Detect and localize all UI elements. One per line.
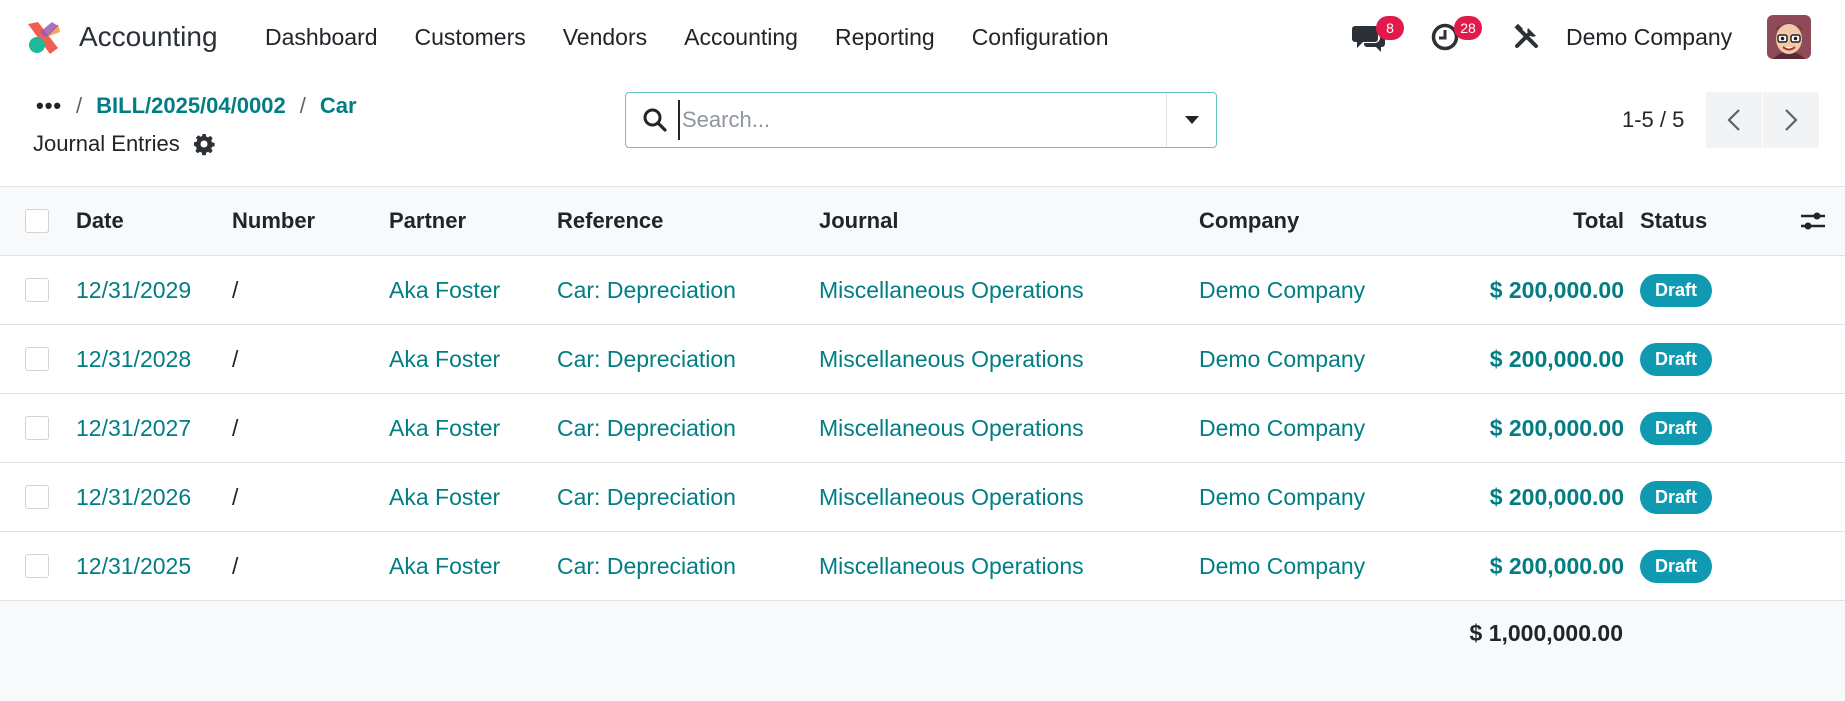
cell-reference[interactable]: Car: Depreciation — [557, 256, 736, 324]
column-settings-icon[interactable] — [1800, 210, 1826, 232]
table-row[interactable]: 12/31/2026 / Aka Foster Car: Depreciatio… — [0, 463, 1845, 532]
app-name[interactable]: Accounting — [79, 19, 218, 55]
cell-reference[interactable]: Car: Depreciation — [557, 394, 736, 462]
search-bar — [625, 92, 1217, 148]
menu-accounting[interactable]: Accounting — [684, 19, 798, 55]
cell-journal[interactable]: Miscellaneous Operations — [819, 394, 1084, 462]
breadcrumb-separator: / — [299, 93, 306, 118]
breadcrumb: ••• / BILL/2025/04/0002 / Car — [36, 90, 357, 122]
row-checkbox[interactable] — [25, 485, 49, 509]
breadcrumb-item-car[interactable]: Car — [320, 90, 357, 122]
chevron-left-icon — [1727, 109, 1740, 131]
tools-icon — [1514, 23, 1538, 48]
messages-count-badge: 8 — [1376, 16, 1404, 40]
cell-partner[interactable]: Aka Foster — [389, 394, 500, 462]
cell-date[interactable]: 12/31/2026 — [76, 463, 191, 531]
column-header-journal[interactable]: Journal — [819, 187, 898, 255]
pager-next-button[interactable] — [1763, 92, 1819, 148]
select-all-checkbox[interactable] — [25, 209, 49, 233]
cell-date[interactable]: 12/31/2027 — [76, 394, 191, 462]
cell-reference[interactable]: Car: Depreciation — [557, 463, 736, 531]
cell-number[interactable]: / — [232, 394, 238, 462]
status-badge: Draft — [1640, 480, 1713, 514]
table-row[interactable]: 12/31/2028 / Aka Foster Car: Depreciatio… — [0, 325, 1845, 394]
table-header: Date Number Partner Reference Journal Co… — [0, 186, 1845, 256]
main-menu: Dashboard Customers Vendors Accounting R… — [265, 19, 1146, 55]
cell-date[interactable]: 12/31/2028 — [76, 325, 191, 393]
column-header-reference[interactable]: Reference — [557, 187, 663, 255]
column-header-number[interactable]: Number — [232, 187, 315, 255]
cell-total[interactable]: $ 200,000.00 — [1400, 532, 1624, 600]
cell-company[interactable]: Demo Company — [1199, 532, 1365, 600]
menu-dashboard[interactable]: Dashboard — [265, 19, 378, 55]
cell-number[interactable]: / — [232, 532, 238, 600]
cell-partner[interactable]: Aka Foster — [389, 325, 500, 393]
cell-number[interactable]: / — [232, 463, 238, 531]
menu-configuration[interactable]: Configuration — [972, 19, 1109, 55]
cell-company[interactable]: Demo Company — [1199, 394, 1365, 462]
cell-company[interactable]: Demo Company — [1199, 256, 1365, 324]
row-checkbox[interactable] — [25, 554, 49, 578]
cell-number[interactable]: / — [232, 256, 238, 324]
table-row[interactable]: 12/31/2029 / Aka Foster Car: Depreciatio… — [0, 256, 1845, 325]
search-options-toggle[interactable] — [1166, 93, 1216, 147]
breadcrumb-item-bill[interactable]: BILL/2025/04/0002 — [96, 90, 286, 122]
activities-count-badge: 28 — [1454, 16, 1482, 40]
search-input[interactable] — [678, 100, 1148, 140]
cell-total[interactable]: $ 200,000.00 — [1400, 394, 1624, 462]
user-avatar[interactable] — [1767, 15, 1811, 59]
grand-total: $ 1,000,000.00 — [1469, 620, 1623, 646]
cell-reference[interactable]: Car: Depreciation — [557, 325, 736, 393]
cell-journal[interactable]: Miscellaneous Operations — [819, 532, 1084, 600]
cell-journal[interactable]: Miscellaneous Operations — [819, 325, 1084, 393]
breadcrumb-separator: / — [76, 93, 83, 118]
column-header-status[interactable]: Status — [1640, 187, 1707, 255]
row-checkbox[interactable] — [25, 347, 49, 371]
cell-partner[interactable]: Aka Foster — [389, 256, 500, 324]
cell-number[interactable]: / — [232, 325, 238, 393]
cell-date[interactable]: 12/31/2025 — [76, 532, 191, 600]
cell-reference[interactable]: Car: Depreciation — [557, 532, 736, 600]
app-logo-icon[interactable] — [24, 18, 62, 56]
cell-total[interactable]: $ 200,000.00 — [1400, 256, 1624, 324]
status-badge: Draft — [1640, 273, 1713, 307]
menu-customers[interactable]: Customers — [415, 19, 526, 55]
cell-journal[interactable]: Miscellaneous Operations — [819, 463, 1084, 531]
journal-entries-table: Date Number Partner Reference Journal Co… — [0, 186, 1845, 701]
row-checkbox[interactable] — [25, 278, 49, 302]
column-header-date[interactable]: Date — [76, 187, 124, 255]
cell-company[interactable]: Demo Company — [1199, 463, 1365, 531]
table-row[interactable]: 12/31/2027 / Aka Foster Car: Depreciatio… — [0, 394, 1845, 463]
pager-value[interactable]: 1-5 / 5 — [1622, 104, 1684, 136]
cell-partner[interactable]: Aka Foster — [389, 532, 500, 600]
column-header-total[interactable]: Total — [1400, 187, 1624, 255]
cell-company[interactable]: Demo Company — [1199, 325, 1365, 393]
status-badge: Draft — [1640, 342, 1713, 376]
page-title-row: Journal Entries — [33, 128, 216, 160]
gear-icon[interactable] — [192, 132, 216, 156]
status-badge: Draft — [1640, 549, 1713, 583]
menu-vendors[interactable]: Vendors — [563, 19, 647, 55]
cell-partner[interactable]: Aka Foster — [389, 463, 500, 531]
caret-down-icon — [1184, 116, 1199, 124]
pager-previous-button[interactable] — [1706, 92, 1762, 148]
chevron-right-icon — [1785, 109, 1798, 131]
company-switcher[interactable]: Demo Company — [1566, 19, 1732, 55]
page-title: Journal Entries — [33, 131, 180, 156]
debug-tools-button[interactable] — [1513, 23, 1543, 53]
row-checkbox[interactable] — [25, 416, 49, 440]
cell-total[interactable]: $ 200,000.00 — [1400, 463, 1624, 531]
status-badge: Draft — [1640, 411, 1713, 445]
table-footer: $ 1,000,000.00 — [0, 601, 1845, 701]
column-header-partner[interactable]: Partner — [389, 187, 466, 255]
cell-total[interactable]: $ 200,000.00 — [1400, 325, 1624, 393]
top-navbar: Accounting Dashboard Customers Vendors A… — [0, 0, 1845, 74]
cell-journal[interactable]: Miscellaneous Operations — [819, 256, 1084, 324]
column-header-company[interactable]: Company — [1199, 187, 1299, 255]
menu-reporting[interactable]: Reporting — [835, 19, 935, 55]
search-icon — [643, 108, 667, 132]
cell-date[interactable]: 12/31/2029 — [76, 256, 191, 324]
breadcrumb-more-button[interactable]: ••• — [36, 90, 62, 122]
table-row[interactable]: 12/31/2025 / Aka Foster Car: Depreciatio… — [0, 532, 1845, 601]
